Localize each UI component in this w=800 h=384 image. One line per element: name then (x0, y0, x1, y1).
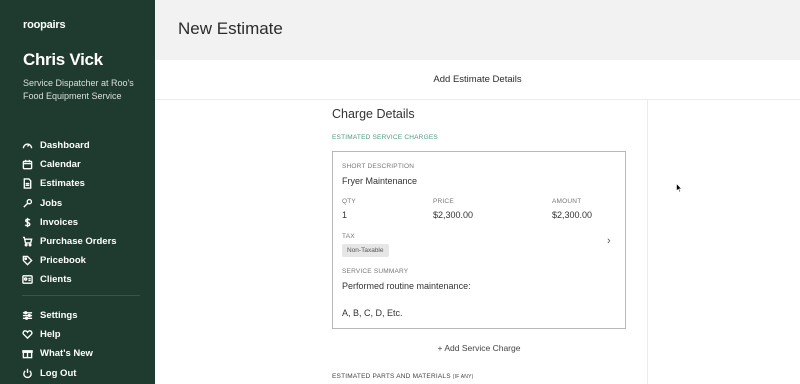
secondary-nav: Settings Help What's New Log Out (22, 306, 147, 383)
estimate-card: Add Estimate Details Charge Details ESTI… (155, 60, 800, 384)
gift-icon (22, 348, 33, 359)
nav-item-label: Estimates (40, 178, 85, 190)
nav-item-label: Purchase Orders (40, 236, 117, 248)
tag-icon (22, 255, 33, 266)
gauge-icon (22, 140, 33, 151)
power-icon (22, 368, 33, 379)
nav-item-pricebook[interactable]: Pricebook (22, 251, 147, 270)
document-icon (22, 178, 33, 190)
nav-item-label: Dashboard (40, 140, 90, 152)
chevron-right-icon[interactable]: › (607, 235, 611, 247)
service-summary-line: A, B, C, D, Etc. (342, 308, 403, 318)
service-summary-label: SERVICE SUMMARY (342, 268, 409, 275)
service-charges-heading: ESTIMATED SERVICE CHARGES (332, 134, 438, 141)
heart-icon (22, 329, 33, 340)
nav-item-whats-new[interactable]: What's New (22, 344, 147, 363)
parts-materials-suffix: (IF ANY) (452, 374, 474, 380)
column-divider (647, 100, 648, 384)
user-name: Chris Vick (23, 50, 103, 69)
nav-item-clients[interactable]: Clients (22, 270, 147, 289)
sliders-icon (22, 310, 33, 321)
parts-materials-heading: ESTIMATED PARTS AND MATERIALS (IF ANY) (332, 373, 474, 380)
page-title: New Estimate (178, 19, 283, 38)
price-value: $2,300.00 (433, 210, 474, 220)
short-description-value: Fryer Maintenance (342, 176, 418, 186)
add-service-charge-button[interactable]: + Add Service Charge (332, 343, 626, 353)
nav-divider (22, 295, 140, 296)
calendar-icon (22, 159, 33, 170)
user-role: Service Dispatcher at Roo's Food Equipme… (23, 78, 134, 101)
service-charge-item[interactable]: SHORT DESCRIPTION Fryer Maintenance QTY … (332, 151, 626, 329)
wrench-icon (22, 198, 33, 209)
nav-item-calendar[interactable]: Calendar (22, 155, 147, 174)
nav-item-help[interactable]: Help (22, 325, 147, 344)
amount-value: $2,300.00 (552, 210, 593, 220)
mouse-cursor-icon (676, 180, 683, 193)
amount-label: AMOUNT (552, 198, 582, 205)
nav-item-dashboard[interactable]: Dashboard (22, 136, 147, 155)
nav-item-label: Help (40, 329, 61, 341)
card-header: Add Estimate Details (155, 60, 800, 100)
dollar-icon (22, 217, 33, 228)
nav-item-jobs[interactable]: Jobs (22, 194, 147, 213)
short-description-label: SHORT DESCRIPTION (342, 163, 415, 170)
parts-materials-label: ESTIMATED PARTS AND MATERIALS (332, 373, 451, 380)
sidebar: roopairs Chris Vick Service Dispatcher a… (0, 0, 155, 384)
nav-item-purchase-orders[interactable]: Purchase Orders (22, 232, 147, 251)
qty-label: QTY (342, 198, 356, 205)
nav-item-settings[interactable]: Settings (22, 306, 147, 325)
nav-item-label: Settings (40, 310, 78, 322)
nav-item-label: Jobs (40, 197, 63, 209)
page-header: New Estimate (155, 0, 800, 60)
main-nav: Dashboard Calendar Estimates Jobs Invoic… (22, 136, 147, 290)
nav-item-label: Invoices (40, 216, 79, 228)
cart-icon (22, 236, 33, 247)
app-logo[interactable]: roopairs (23, 19, 66, 31)
qty-value: 1 (342, 210, 348, 220)
contact-card-icon (22, 274, 33, 285)
card-title: Add Estimate Details (433, 74, 522, 85)
nav-item-label: What's New (40, 348, 93, 360)
nav-item-label: Pricebook (40, 255, 86, 267)
price-label: PRICE (433, 198, 454, 205)
tax-label: TAX (342, 233, 355, 240)
service-summary-line: Performed routine maintenance: (342, 281, 471, 291)
nav-item-estimates[interactable]: Estimates (22, 174, 147, 193)
nav-item-label: Log Out (40, 367, 77, 379)
nav-item-invoices[interactable]: Invoices (22, 213, 147, 232)
tax-badge: Non-Taxable (342, 244, 389, 257)
nav-item-log-out[interactable]: Log Out (22, 364, 147, 383)
nav-item-label: Calendar (40, 159, 81, 171)
main-content: New Estimate Add Estimate Details Charge… (155, 0, 800, 384)
nav-item-label: Clients (40, 274, 72, 286)
section-title: Charge Details (332, 107, 415, 121)
